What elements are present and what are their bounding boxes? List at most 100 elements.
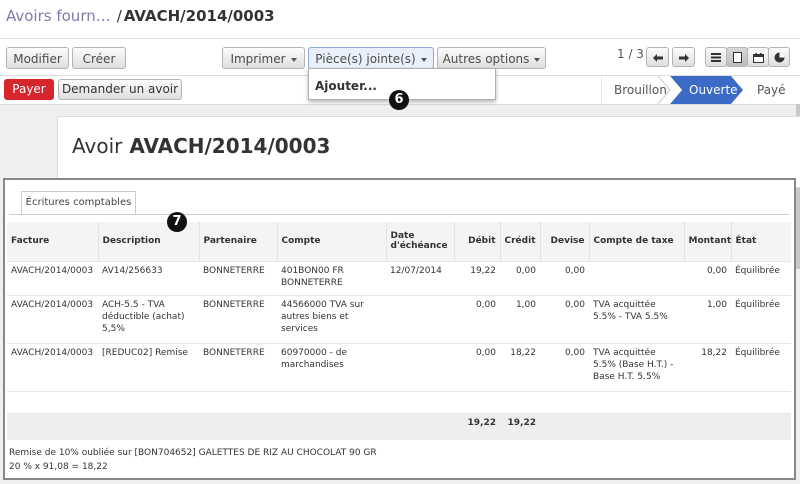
table-header-row: Facture Description Partenaire Compte Da…: [7, 222, 791, 261]
edit-button[interactable]: Modifier: [6, 47, 69, 69]
header-debit[interactable]: Débit: [453, 222, 500, 261]
cell-currency: 0,00: [540, 342, 589, 391]
more-options-button-label: Autres options: [442, 52, 530, 66]
header-amount[interactable]: Montant: [683, 222, 731, 261]
header-invoice[interactable]: Facture: [7, 222, 98, 261]
empty-cell: [7, 390, 791, 413]
cell-account: 401BON00 FR BONNETERRE: [277, 260, 386, 295]
more-options-button[interactable]: Autres options: [437, 47, 546, 69]
empty-row: [7, 390, 791, 413]
table-row[interactable]: AVACH/2014/0003 AV14/256633 BONNETERRE 4…: [7, 260, 791, 295]
pager-counter: 1 / 3: [617, 47, 644, 61]
cell-partner: BONNETERRE: [199, 294, 277, 343]
totals-row: 19,22 19,22: [7, 412, 791, 440]
cell-amount: 1,00: [684, 294, 731, 343]
attachments-button-label: Pièce(s) jointe(s): [315, 52, 416, 66]
note-line-1: Remise de 10% oubliée sur [BON704652] GA…: [9, 448, 377, 458]
chart-view-button[interactable]: [768, 47, 790, 67]
breadcrumb-separator: /: [116, 7, 122, 25]
pager-previous-button[interactable]: [646, 47, 669, 67]
cell-tax-account: [589, 260, 684, 295]
cell-partner: BONNETERRE: [199, 342, 277, 391]
cell-state: Équilibrée: [731, 294, 791, 343]
cell-description: ACH-5.5 - TVA déductible (achat) 5,5%: [98, 294, 199, 343]
callout-badge-7: 7: [167, 212, 187, 232]
attachments-button[interactable]: Pièce(s) jointe(s): [308, 47, 434, 69]
header-due-date-line2: d'échéance: [390, 241, 448, 252]
totals-empty-cell: [277, 412, 386, 440]
cell-invoice: AVACH/2014/0003: [7, 294, 98, 343]
cell-description: [REDUC02] Remise: [98, 342, 199, 391]
chevron-down-icon: [534, 57, 541, 62]
cell-amount: 18,22: [684, 342, 731, 391]
cell-due-date: [386, 342, 454, 391]
header-due-date[interactable]: Date d'échéance: [385, 222, 454, 261]
cell-state: Équilibrée: [731, 342, 791, 391]
cell-account: 60970000 - de marchandises: [277, 342, 386, 391]
print-button[interactable]: Imprimer: [222, 47, 305, 69]
refund-request-button[interactable]: Demander un avoir: [58, 79, 182, 100]
header-currency[interactable]: Devise: [539, 222, 589, 261]
cell-account: 44566000 TVA sur autres biens et service…: [277, 294, 386, 343]
callout-badge-6: 6: [389, 90, 409, 110]
stage-pipeline: Brouillon Ouverte Payé: [601, 76, 800, 104]
cell-currency: 0,00: [540, 294, 589, 343]
arrow-left-icon: [652, 53, 663, 62]
add-attachment-menu-item[interactable]: Ajouter...: [309, 69, 495, 93]
header-tax-account[interactable]: Compte de taxe: [588, 222, 684, 261]
calendar-icon: [752, 52, 764, 63]
cell-due-date: [386, 294, 454, 343]
totals-empty-cell: [98, 412, 199, 440]
table-row[interactable]: AVACH/2014/0003 [REDUC02] Remise BONNETE…: [7, 342, 791, 391]
cell-tax-account: TVA acquittée 5.5% - TVA 5.5%: [589, 294, 684, 343]
totals-empty-cell: [540, 412, 589, 440]
stage-paid[interactable]: Payé: [757, 76, 786, 104]
note-line-2: 20 % x 91,08 = 18,22: [9, 462, 108, 472]
internal-note: Remise de 10% oubliée sur [BON704652] GA…: [9, 446, 377, 474]
arrow-right-icon: [678, 53, 689, 62]
cell-due-date: 12/07/2014: [386, 260, 454, 295]
header-partner[interactable]: Partenaire: [198, 222, 277, 261]
cell-credit: 18,22: [500, 342, 540, 391]
chevron-down-icon: [290, 57, 297, 62]
create-button[interactable]: Créer: [72, 47, 126, 69]
page-title-number: AVACH/2014/0003: [129, 134, 331, 158]
cell-credit: 1,00: [500, 294, 540, 343]
cell-partner: BONNETERRE: [199, 260, 277, 295]
cell-tax-account: TVA acquittée 5.5% (Base H.T.) - Base H.…: [589, 342, 684, 391]
cell-debit: 0,00: [454, 294, 500, 343]
cell-currency: 0,00: [540, 260, 589, 295]
breadcrumb-parent-link[interactable]: Avoirs fourn…: [6, 7, 111, 25]
total-credit: 19,22: [500, 412, 540, 440]
totals-empty-cell: [684, 412, 731, 440]
page-title: Avoir AVACH/2014/0003: [72, 134, 330, 158]
title-bar: Avoirs fourn… / AVACH/2014/0003: [0, 0, 800, 38]
pager-next-button[interactable]: [672, 47, 695, 67]
totals-empty-cell: [731, 412, 791, 440]
stage-draft[interactable]: Brouillon: [614, 76, 667, 104]
list-view-button[interactable]: [705, 47, 727, 67]
form-view-button[interactable]: [726, 47, 748, 67]
header-due-date-line1: Date: [390, 231, 415, 242]
cell-invoice: AVACH/2014/0003: [7, 342, 98, 391]
header-state[interactable]: État: [730, 222, 791, 261]
tab-journal-items[interactable]: Écritures comptables: [21, 191, 136, 215]
table-row[interactable]: AVACH/2014/0003 ACH-5.5 - TVA déductible…: [7, 294, 791, 343]
breadcrumb-current: AVACH/2014/0003: [123, 7, 275, 25]
header-credit[interactable]: Crédit: [499, 222, 540, 261]
totals-empty-cell: [386, 412, 454, 440]
cell-debit: 0,00: [454, 342, 500, 391]
stage-open[interactable]: Ouverte: [689, 76, 738, 104]
tab-divider: [9, 214, 789, 215]
pay-button[interactable]: Payer: [4, 79, 54, 100]
breadcrumb: Avoirs fourn… / AVACH/2014/0003: [6, 7, 275, 25]
cell-credit: 0,00: [500, 260, 540, 295]
header-account[interactable]: Compte: [276, 222, 386, 261]
page-title-prefix: Avoir: [72, 134, 123, 158]
journal-items-panel: Écritures comptables 7 Facture Descripti…: [3, 178, 796, 480]
form-icon: [732, 52, 742, 63]
calendar-view-button[interactable]: [747, 47, 769, 67]
pie-chart-icon: [774, 52, 784, 63]
cell-debit: 19,22: [454, 260, 500, 295]
cell-description: AV14/256633: [98, 260, 199, 295]
